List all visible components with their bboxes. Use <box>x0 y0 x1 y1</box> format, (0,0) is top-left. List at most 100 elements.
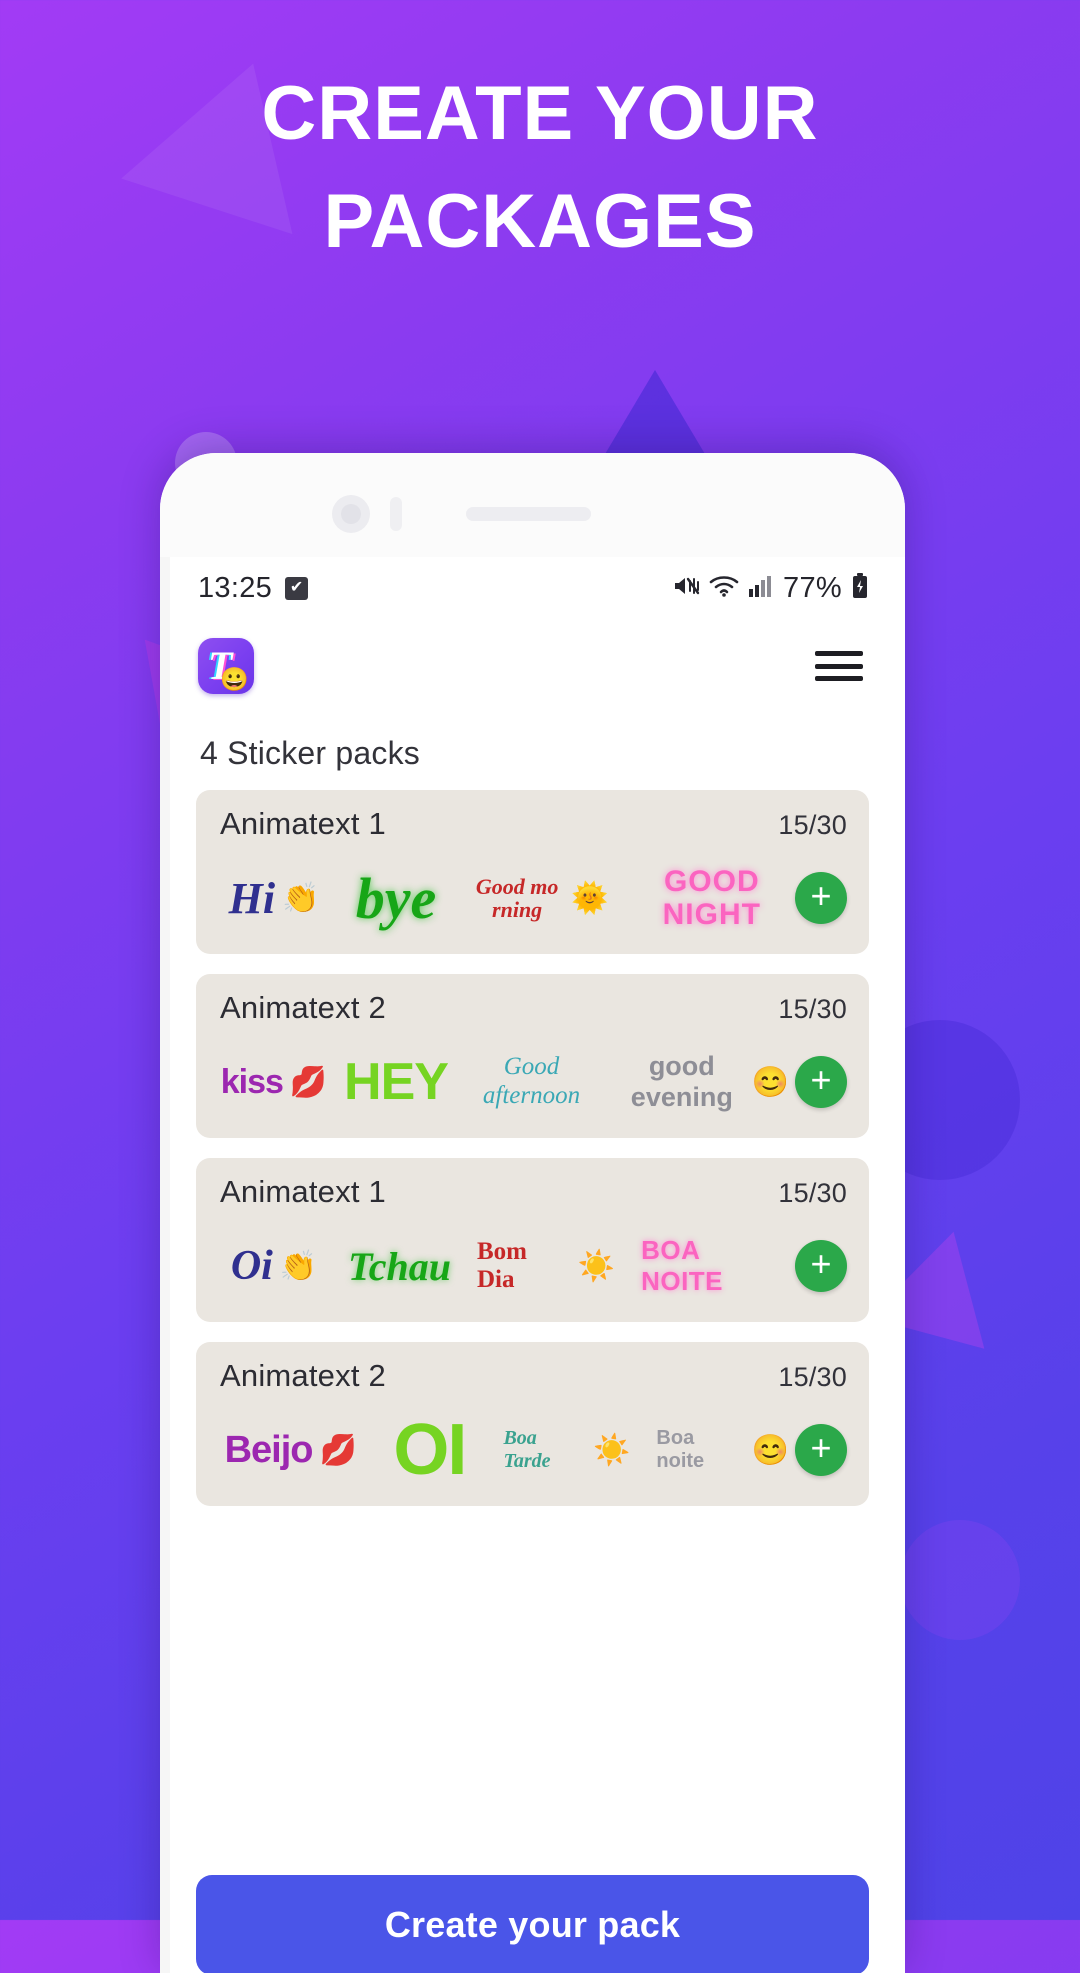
sticker-preview[interactable]: Oi 👏 <box>226 1218 322 1314</box>
status-bar-right: 77% <box>672 572 869 605</box>
sticker-text: Oi <box>230 1243 273 1289</box>
sticker-content: BOA NOITE <box>641 1235 789 1297</box>
sticker-preview[interactable]: Beijo 💋 <box>225 1402 357 1498</box>
add-pack-button[interactable]: + <box>795 872 847 924</box>
sticker-content: Good mo rning 🌞 <box>470 875 609 921</box>
sticker-pack-header: Animatext 2 15/30 <box>220 990 847 1026</box>
app-bar: T 😀 <box>160 619 905 713</box>
sticker-preview[interactable]: BOA NOITE <box>641 1218 789 1314</box>
sticker-pack-count: 15/30 <box>778 1362 847 1392</box>
sticker-pack-name: Animatext 1 <box>220 1174 386 1209</box>
sticker-preview[interactable]: Good afternoon <box>470 1034 593 1130</box>
sticker-preview[interactable]: kiss 💋 <box>221 1034 328 1130</box>
hamburger-line <box>815 676 863 681</box>
sticker-text: OI <box>393 1410 467 1490</box>
sticker-emoji-icon: ☀️ <box>577 1249 616 1283</box>
sticker-text: Bom Dia <box>476 1238 527 1293</box>
add-pack-button[interactable]: + <box>795 1240 847 1292</box>
battery-icon <box>851 572 869 604</box>
sticker-text: HEY <box>344 1053 449 1111</box>
sticker-preview[interactable]: HEY <box>344 1034 449 1130</box>
add-pack-button[interactable]: + <box>795 1424 847 1476</box>
sticker-content: good evening 😊 <box>619 1051 789 1113</box>
sticker-pack-count: 15/30 <box>778 1178 847 1208</box>
sticker-pack-header: Animatext 2 15/30 <box>220 1358 847 1394</box>
sticker-content: Good afternoon <box>470 1053 593 1111</box>
sticker-preview[interactable]: Hi 👏 <box>226 850 322 946</box>
sticker-pack-card[interactable]: Animatext 2 15/30 Beijo 💋 OI Boa Tarde ☀️ Boa n… <box>196 1342 869 1506</box>
phone-bezel-top <box>160 453 905 557</box>
sticker-content: OI <box>393 1409 467 1491</box>
sticker-emoji-icon: 🌞 <box>571 881 609 915</box>
sticker-emoji-icon: 👏 <box>279 1249 318 1283</box>
page-title: 4 Sticker packs <box>200 735 420 771</box>
sticker-content: Oi 👏 <box>231 1242 317 1290</box>
sticker-preview[interactable]: Bom Dia ☀️ <box>477 1218 615 1314</box>
app-logo[interactable]: T 😀 <box>198 638 254 694</box>
sticker-text: bye <box>355 865 437 931</box>
status-bar: 13:25 ✔ 77% <box>160 557 905 619</box>
sticker-content: Bom Dia ☀️ <box>477 1238 615 1294</box>
sticker-content: Boa Tarde ☀️ <box>503 1427 630 1473</box>
front-camera-icon <box>332 495 370 533</box>
sticker-pack-count: 15/30 <box>778 994 847 1024</box>
hamburger-menu-icon[interactable] <box>813 647 865 685</box>
create-pack-button[interactable]: Create your pack <box>196 1875 869 1973</box>
sticker-pack-card[interactable]: Animatext 1 15/30 Oi 👏 Tchau Bom Dia ☀️ BOA NOI… <box>196 1158 869 1322</box>
sticker-content: bye <box>356 865 437 932</box>
sticker-text: Hi <box>228 873 276 923</box>
sticker-preview[interactable]: OI <box>381 1402 477 1498</box>
sticker-preview-strip: Oi 👏 Tchau Bom Dia ☀️ BOA NOITE <box>220 1216 789 1316</box>
sticker-pack-card[interactable]: Animatext 2 15/30 kiss 💋 HEY Good afternoon go… <box>196 974 869 1138</box>
sticker-text: Good mo rning <box>475 873 559 922</box>
sticker-text: Good afternoon <box>482 1053 581 1109</box>
sticker-preview[interactable]: Boa Tarde ☀️ <box>503 1402 630 1498</box>
sticker-text: Boa noite <box>656 1427 705 1472</box>
sticker-preview[interactable]: Boa noite 😊 <box>656 1402 789 1498</box>
sticker-emoji-icon: 😊 <box>751 1433 789 1467</box>
signal-icon <box>748 574 772 603</box>
sticker-content: Hi 👏 <box>229 873 320 924</box>
sticker-text: kiss <box>220 1062 284 1101</box>
sticker-pack-body: Oi 👏 Tchau Bom Dia ☀️ BOA NOITE + <box>220 1216 847 1316</box>
sticker-content: HEY <box>344 1052 449 1112</box>
screen-left-edge <box>160 557 170 1973</box>
sticker-preview[interactable]: Good mo rning 🌞 <box>470 850 609 946</box>
hamburger-line <box>815 663 863 669</box>
sticker-content: Boa noite 😊 <box>656 1427 789 1473</box>
sticker-preview-strip: kiss 💋 HEY Good afternoon good evening 😊 <box>220 1032 789 1132</box>
sticker-pack-body: kiss 💋 HEY Good afternoon good evening 😊 + <box>220 1032 847 1132</box>
promo-headline-line2: PACKAGES <box>323 178 757 264</box>
sticker-content: Beijo 💋 <box>225 1429 357 1472</box>
sticker-preview[interactable]: Tchau <box>348 1218 451 1314</box>
sticker-preview[interactable]: bye <box>348 850 444 946</box>
sticker-emoji-icon: ☀️ <box>593 1433 631 1467</box>
sticker-preview[interactable]: GOOD NIGHT <box>635 850 789 946</box>
sticker-emoji-icon: 💋 <box>319 1433 357 1467</box>
mute-icon <box>672 574 700 603</box>
sticker-text: good evening <box>630 1050 733 1112</box>
sticker-pack-header: Animatext 1 15/30 <box>220 1174 847 1210</box>
sticker-preview[interactable]: good evening 😊 <box>619 1034 789 1130</box>
sticker-content: kiss 💋 <box>221 1063 328 1102</box>
sticker-pack-count: 15/30 <box>778 810 847 840</box>
sticker-text: GOOD NIGHT <box>662 865 761 931</box>
hamburger-line <box>815 651 863 656</box>
sticker-preview-strip: Hi 👏 bye Good mo rning 🌞 GOOD NIGHT <box>220 848 789 948</box>
add-pack-button[interactable]: + <box>795 1056 847 1108</box>
sticker-text: Tchau <box>347 1243 451 1289</box>
sticker-pack-card[interactable]: Animatext 1 15/30 Hi 👏 bye Good mo rning 🌞 GOOD… <box>196 790 869 954</box>
sticker-pack-header: Animatext 1 15/30 <box>220 806 847 842</box>
phone-mockup: 13:25 ✔ 77% T 😀 4 Sticker packs Animatex… <box>160 453 905 1973</box>
app-logo-emoji-icon: 😀 <box>220 666 249 692</box>
sticker-text: BOA NOITE <box>641 1235 724 1296</box>
status-bar-left: 13:25 ✔ <box>198 572 309 605</box>
wifi-icon <box>709 574 739 603</box>
task-checkbox-icon: ✔ <box>285 576 309 600</box>
sticker-pack-body: Beijo 💋 OI Boa Tarde ☀️ Boa noite 😊 + <box>220 1400 847 1500</box>
sticker-text: Boa Tarde <box>503 1427 551 1472</box>
sticker-content: GOOD NIGHT <box>635 865 789 931</box>
sticker-emoji-icon: 👏 <box>282 881 320 915</box>
sticker-pack-name: Animatext 1 <box>220 806 386 841</box>
phone-screen: 13:25 ✔ 77% T 😀 4 Sticker packs Animatex… <box>160 557 905 1973</box>
